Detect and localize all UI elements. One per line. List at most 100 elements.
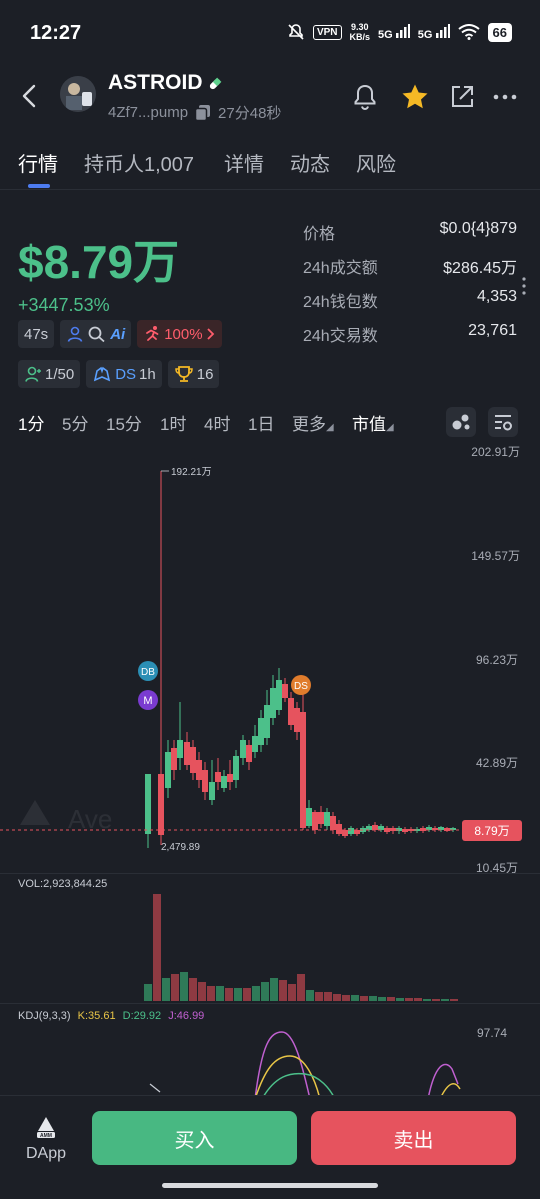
volume-bar (405, 998, 413, 1001)
volume-bar (396, 998, 404, 1001)
candle (227, 760, 233, 790)
interval-more[interactable]: 更多◢ (292, 410, 334, 435)
star-icon[interactable] (400, 82, 430, 112)
candle-body (342, 830, 348, 836)
candle-body (184, 742, 190, 765)
amm-icon: AMM (37, 1117, 55, 1139)
volume-bar (225, 988, 233, 1001)
battery-indicator: 66 (487, 22, 512, 42)
max-label: 192.21万 (171, 467, 212, 478)
progress-badge[interactable]: 100% (137, 320, 222, 348)
token-header: ASTROID 4Zf7...pump 27分48秒 (0, 66, 540, 126)
stat-value: 23,761 (468, 322, 517, 339)
indicator-toggle[interactable] (446, 407, 476, 437)
candle (426, 825, 432, 832)
candle (336, 820, 342, 836)
back-arrow-icon[interactable] (18, 82, 42, 110)
min-label: 2,479.89 (161, 842, 200, 853)
trophy-value: 16 (196, 365, 214, 383)
candle-body (215, 772, 221, 782)
stats-more-icon[interactable] (521, 276, 527, 296)
candlestick-chart[interactable]: Ave 192.21万 2,479.89 202.91万 149.57万 96.… (0, 440, 540, 880)
dexscreener-badge[interactable]: DS 1h (86, 360, 162, 388)
candle-body (233, 756, 239, 780)
tab-activity[interactable]: 动态 (290, 148, 330, 177)
chart-settings[interactable] (488, 407, 518, 437)
current-price-value: 8.79万 (474, 824, 509, 838)
price-chart[interactable]: Ave 192.21万 2,479.89 202.91万 149.57万 96.… (0, 440, 540, 880)
interval-4h[interactable]: 4时 (204, 410, 230, 435)
volume-bar (342, 995, 350, 1001)
tab-details[interactable]: 详情 (224, 148, 264, 177)
interval-1h[interactable]: 1时 (160, 410, 186, 435)
mode-marketcap[interactable]: 市值◢ (352, 410, 394, 435)
volume-bar (324, 992, 332, 1001)
signal-icon (395, 23, 410, 38)
stat-label: 价格 (303, 226, 336, 243)
token-avatar (60, 76, 96, 112)
current-price-tag: 8.79万 (462, 820, 522, 841)
dapp-button[interactable]: AMM DApp (22, 1114, 70, 1163)
tab-market[interactable]: 行情 (18, 148, 58, 177)
marker-m[interactable]: M (138, 690, 158, 710)
tab-holders[interactable]: 持币人1,007 (84, 148, 194, 177)
watermark: Ave (20, 800, 112, 834)
candle (240, 735, 246, 765)
buy-button[interactable]: 买入 (92, 1111, 297, 1165)
tab-risk[interactable]: 风险 (356, 148, 396, 177)
interval-5m[interactable]: 5分 (62, 410, 88, 435)
interval-1d[interactable]: 1日 (248, 410, 274, 435)
trophy-icon (174, 366, 193, 382)
token-name: ASTROID (108, 71, 203, 94)
ds-time: 1h (139, 365, 156, 383)
candle-body (177, 740, 183, 758)
candle (202, 762, 208, 800)
trophy-badge[interactable]: 16 (167, 360, 220, 388)
indicator-icon (452, 414, 470, 430)
status-bar: 12:27 VPN 9.30 KB/s 5G 5G 66 (0, 0, 540, 66)
y-axis-label: 149.57万 (471, 549, 520, 563)
bell-icon[interactable] (350, 82, 380, 112)
copy-icon[interactable] (194, 104, 212, 122)
marker-ds-label: DS (294, 681, 308, 692)
candle-body (258, 718, 264, 745)
interval-1m[interactable]: 1分 (18, 410, 44, 435)
candle-body (190, 747, 196, 773)
interval-15m[interactable]: 15分 (106, 410, 142, 435)
candle-body (227, 774, 233, 782)
bottom-action-bar: AMM DApp 买入 卖出 (0, 1095, 540, 1199)
amm-label: AMM (40, 1133, 52, 1139)
stat-value: 4,353 (476, 288, 517, 305)
marker-db[interactable]: DB (138, 661, 158, 681)
stat-row: 24h成交额 $286.45万 (303, 254, 517, 288)
net-speed: 9.30 KB/s (350, 22, 371, 42)
candle-body (264, 705, 270, 738)
volume-bar (432, 999, 440, 1001)
sell-button[interactable]: 卖出 (311, 1111, 516, 1165)
candle (330, 812, 336, 834)
signal-1: 5G (378, 23, 410, 41)
status-icons: VPN 9.30 KB/s 5G 5G 66 (287, 22, 512, 42)
candle-body (318, 812, 324, 824)
volume-bar (189, 978, 197, 1001)
stat-label: 24h成交额 (303, 260, 378, 277)
signal-2: 5G (418, 23, 450, 41)
candle-body (165, 752, 171, 788)
tools-badge[interactable]: Ai (60, 320, 132, 348)
stat-value: $0.0{4}879 (439, 220, 517, 237)
marker-ds[interactable]: DS (291, 675, 311, 695)
candle-body (378, 826, 384, 830)
volume-bar (198, 982, 206, 1001)
token-meta: 4Zf7...pump 27分48秒 (108, 102, 281, 123)
share-icon[interactable] (447, 82, 477, 112)
kdj-k-line (254, 1055, 321, 1098)
holders-badge[interactable]: 1/50 (18, 360, 81, 388)
candle (288, 692, 294, 730)
kdj-line (149, 1083, 161, 1093)
more-icon[interactable] (490, 82, 520, 112)
stat-row: 价格 $0.0{4}879 (303, 220, 517, 254)
candle (438, 826, 444, 832)
volume-bars (144, 894, 458, 1001)
kdj-j-line (254, 1031, 311, 1098)
y-axis-label: 42.89万 (476, 756, 518, 770)
